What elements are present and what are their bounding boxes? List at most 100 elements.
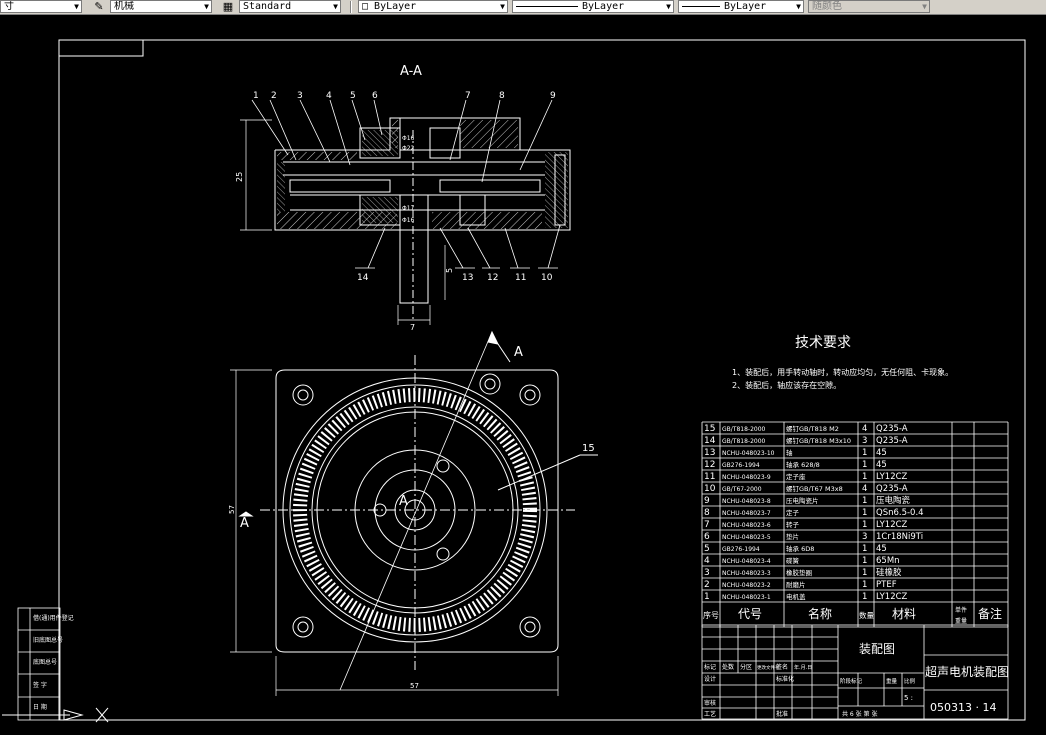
bom-header-material: 材料 xyxy=(892,607,916,621)
part-label: 7 xyxy=(465,91,471,101)
dimension-text: 5 xyxy=(445,268,454,273)
bom-cell-qty: 1 xyxy=(862,448,867,458)
dimension-text: 57 xyxy=(410,682,419,690)
bom-cell-material: 压电陶瓷 xyxy=(876,495,911,506)
text-style-combo[interactable]: 机械 ▼ xyxy=(110,0,212,13)
bom-cell-no: 2 xyxy=(704,580,710,590)
scale-value: 5 : xyxy=(904,694,913,702)
bom-cell-no: 8 xyxy=(704,508,710,518)
side-label: 签 字 xyxy=(33,681,47,689)
bom-cell-material: LY12CZ xyxy=(876,472,908,482)
bom-cell-no: 1 xyxy=(704,592,710,602)
text-style-icon[interactable]: ✎ xyxy=(92,0,106,13)
table-style-combo[interactable]: Standard ▼ xyxy=(239,0,341,13)
chevron-down-icon: ▼ xyxy=(500,2,505,11)
tech-requirement-line: 1、装配后，用手转动轴时，转动应均匀，无任何阻、卡现象。 xyxy=(732,367,953,377)
lineweight-control-combo[interactable]: ByLayer ▼ xyxy=(678,0,804,13)
section-marker-label: A xyxy=(240,516,249,531)
bom-cell-no: 13 xyxy=(704,448,715,458)
title-block-label: 工艺 xyxy=(704,710,716,718)
bom-cell-name: 压电陶瓷片 xyxy=(786,496,819,505)
bom-cell-material: 45 xyxy=(876,544,887,554)
bom-cell-material: 硅橡胶 xyxy=(876,567,902,578)
title-block-label: 批准 xyxy=(776,710,788,718)
linetype-control-combo[interactable]: ByLayer ▼ xyxy=(512,0,674,13)
part-label: 8 xyxy=(499,91,505,101)
table-style-icon[interactable]: ▦ xyxy=(221,0,235,13)
drawing-frame xyxy=(58,39,1026,721)
plan-dimensions xyxy=(230,369,559,696)
bom-cell-no: 14 xyxy=(704,436,716,446)
bom-cell-material: 65Mn xyxy=(876,556,900,566)
bom-cell-name: 螺钉GB/T818 M2 xyxy=(786,424,839,433)
section-marker-arrows xyxy=(238,330,511,517)
part-label: 15 xyxy=(582,443,595,454)
plotstyle-control-combo[interactable]: 随颜色 ▼ xyxy=(808,0,930,13)
project-name: 超声电机装配图 xyxy=(925,664,1009,679)
part-label: 2 xyxy=(271,91,277,101)
bom-cell-code: NCHU-048023-6 xyxy=(722,522,771,529)
bom-cell-no: 10 xyxy=(704,484,716,494)
part-label: 6 xyxy=(372,91,378,101)
bom-cell-qty: 1 xyxy=(862,592,867,602)
title-block-label: 标准化 xyxy=(776,675,794,683)
bom-cell-code: NCHU-048023-10 xyxy=(722,450,775,457)
bom-cell-material: PTEF xyxy=(876,580,897,590)
dimstyle-combo[interactable]: 寸 ▼ xyxy=(0,0,82,13)
bom-cell-material: 45 xyxy=(876,460,887,470)
bom-cell-material: LY12CZ xyxy=(876,592,908,602)
bom-cell-qty: 1 xyxy=(862,544,867,554)
bom-cell-code: GB/T67-2000 xyxy=(722,486,762,493)
title-block-label: 重量 xyxy=(886,677,898,685)
bom-cell-code: NCHU-048023-8 xyxy=(722,498,771,505)
color-control-combo[interactable]: □ ByLayer ▼ xyxy=(358,0,508,13)
bom-header-weight: 重量 xyxy=(955,617,967,625)
bom-cell-name: 螺钉GB/T67 M3x8 xyxy=(786,484,843,493)
dimension-text: Φ22 xyxy=(402,145,415,152)
dimension-text: Φ16 xyxy=(402,135,415,142)
bom-cell-material: 1Cr18Ni9Ti xyxy=(876,532,923,542)
title-block-label: 审核 xyxy=(704,699,716,707)
dimension-text: 7 xyxy=(410,323,415,332)
bom-cell-material: Q235-A xyxy=(876,436,908,446)
bom-header-note: 备注 xyxy=(978,606,1002,621)
part-label: 14 xyxy=(357,273,369,283)
drawing-number: 050313 · 14 xyxy=(930,701,996,714)
part-label: 9 xyxy=(550,91,556,101)
bom-cell-no: 11 xyxy=(704,472,715,482)
part-label: 12 xyxy=(487,273,498,283)
bom-cell-qty: 1 xyxy=(862,496,867,506)
dimension-text: Φ16 xyxy=(402,217,415,224)
properties-toolbar: 寸 ▼ ✎ 机械 ▼ ▦ Standard ▼ □ ByLayer ▼ ByLayer ▼… xyxy=(0,0,1046,15)
section-title: A-A xyxy=(400,64,422,79)
bom-cell-qty: 1 xyxy=(862,472,867,482)
drawing-canvas[interactable]: 借(通)用件登记 旧底图总号 底图总号 签 字 日 期 A-A 1 2 3 4 … xyxy=(0,14,1046,735)
side-label: 底图总号 xyxy=(33,658,57,666)
bom-cell-code: NCHU-048023-9 xyxy=(722,474,771,481)
chevron-down-icon: ▼ xyxy=(922,2,927,11)
bom-table: 15 GB/T818-2000 螺钉GB/T818 M2 4 Q235-A14 GB/T8… xyxy=(703,424,1002,625)
side-label: 借(通)用件登记 xyxy=(33,614,74,622)
bom-cell-name: 电机盖 xyxy=(786,592,806,601)
bom-cell-name: 定子 xyxy=(786,508,800,517)
bom-cell-qty: 1 xyxy=(862,568,867,578)
bom-cell-qty: 1 xyxy=(862,556,867,566)
bom-cell-name: 耐磨片 xyxy=(786,580,806,589)
bom-cell-name: 转子 xyxy=(786,520,800,529)
title-block-label: 比例 xyxy=(904,677,916,685)
bom-cell-no: 6 xyxy=(704,532,710,542)
bom-cell-name: 螺钉GB/T818 M3x10 xyxy=(786,436,851,445)
toolbar-separator xyxy=(350,1,352,13)
bom-cell-no: 7 xyxy=(704,520,710,530)
title-block-label: 标记 xyxy=(704,663,716,671)
bom-cell-qty: 4 xyxy=(862,484,867,494)
part-label: 4 xyxy=(326,91,332,101)
bom-cell-qty: 3 xyxy=(862,436,867,446)
bom-cell-code: NCHU-048023-5 xyxy=(722,534,771,541)
part-label: 13 xyxy=(462,273,473,283)
title-block-label: 设计 xyxy=(704,675,716,683)
tech-requirement-line: 2、装配后，轴应该存在空隙。 xyxy=(732,380,841,390)
bom-cell-name: 碟簧 xyxy=(786,556,800,565)
bom-header-name: 名称 xyxy=(808,606,832,621)
title-block-label: 阶段标记 xyxy=(840,677,863,685)
